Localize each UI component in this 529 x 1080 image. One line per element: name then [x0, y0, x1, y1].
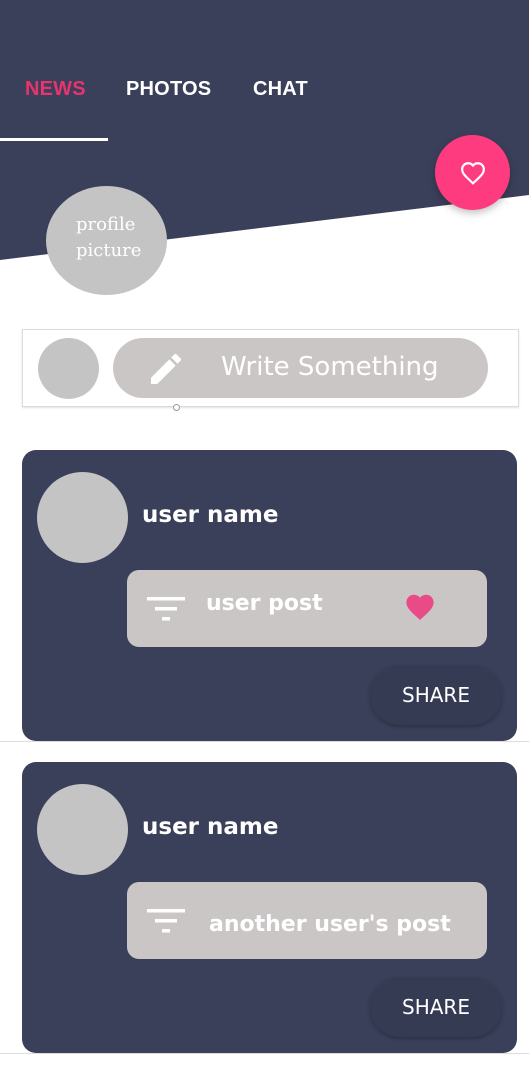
profile-picture-label-line2: picture	[76, 240, 142, 261]
heart-outline-icon	[460, 161, 485, 185]
post-composer: Write Something	[22, 329, 519, 407]
favorite-button[interactable]	[435, 135, 510, 210]
share-button[interactable]: SHARE	[370, 977, 502, 1037]
composer-placeholder: Write Something	[221, 352, 439, 382]
post-text: user post	[206, 591, 323, 616]
post-text: another user's post	[209, 912, 451, 937]
divider	[0, 741, 529, 742]
post-content[interactable]: another user's post	[127, 882, 487, 959]
active-tab-indicator	[0, 138, 108, 141]
profile-picture-label-line1: profile	[76, 214, 136, 235]
pencil-icon	[151, 353, 182, 384]
post-card: user name another user's post SHARE	[22, 762, 517, 1053]
post-content[interactable]: user post	[127, 570, 487, 647]
post-user-name[interactable]: user name	[142, 502, 278, 528]
tab-chat[interactable]: CHAT	[253, 78, 308, 101]
scroll-indicator-dot	[173, 404, 180, 411]
post-user-name[interactable]: user name	[142, 814, 278, 840]
post-card: user name user post SHARE	[22, 450, 517, 741]
filter-icon	[147, 909, 185, 933]
filter-icon	[147, 597, 185, 621]
divider	[0, 1053, 529, 1054]
tab-photos[interactable]: PHOTOS	[126, 78, 211, 101]
avatar[interactable]	[37, 472, 128, 563]
avatar	[38, 338, 99, 399]
write-something-input[interactable]: Write Something	[113, 338, 488, 398]
avatar[interactable]	[37, 784, 128, 875]
tab-news[interactable]: NEWS	[25, 78, 86, 101]
profile-picture[interactable]: profile picture	[46, 186, 167, 295]
tab-bar: NEWS PHOTOS CHAT	[0, 60, 529, 142]
heart-icon[interactable]	[403, 592, 437, 622]
share-button[interactable]: SHARE	[370, 665, 502, 725]
